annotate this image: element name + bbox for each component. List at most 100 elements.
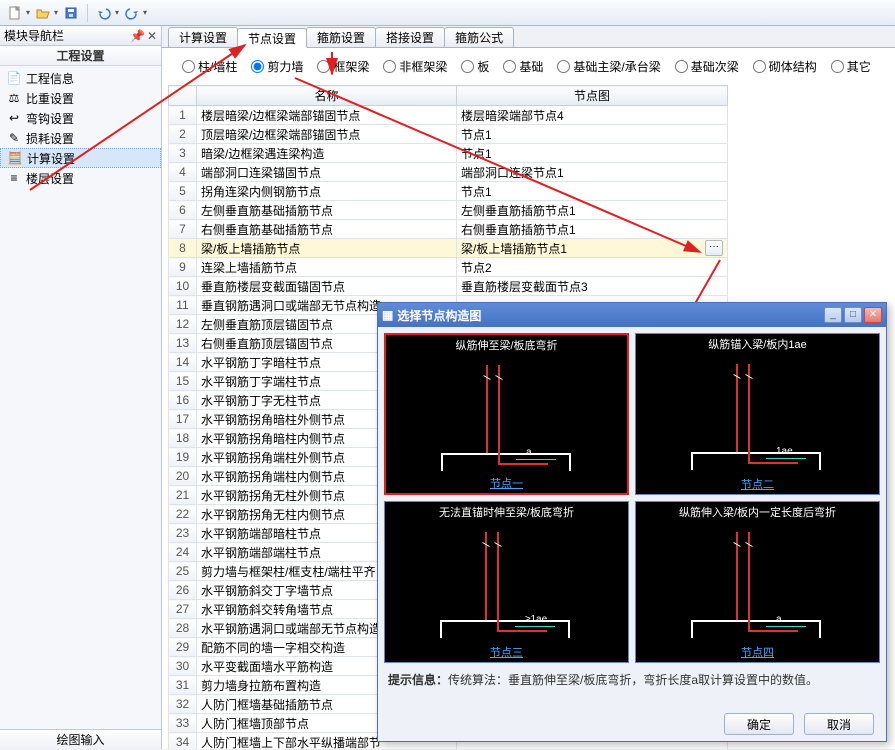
separator bbox=[87, 4, 88, 22]
nav-item-info[interactable]: 📄工程信息 bbox=[0, 68, 161, 88]
pin-icon[interactable]: 📌 bbox=[130, 29, 145, 43]
row-val[interactable]: 垂直筋楼层变截面节点3 bbox=[457, 277, 728, 296]
maximize-icon[interactable]: □ bbox=[844, 307, 862, 323]
row-val[interactable]: 楼层暗梁端部节点4 bbox=[457, 106, 728, 125]
radio-2[interactable]: 框架梁 bbox=[317, 58, 369, 75]
close-icon[interactable]: ✕ bbox=[147, 29, 157, 43]
row-val[interactable]: 节点1 bbox=[457, 144, 728, 163]
radio-3[interactable]: 非框架梁 bbox=[383, 58, 447, 75]
row-val[interactable]: 梁/板上墙插筋节点1··· bbox=[457, 239, 728, 258]
radio-9[interactable]: 其它 bbox=[831, 58, 871, 75]
table-row[interactable]: 9连梁上墙插筋节点节点2 bbox=[169, 258, 728, 277]
col-header-name[interactable]: 名称 bbox=[197, 86, 457, 106]
row-num: 3 bbox=[169, 144, 197, 163]
radio-input[interactable] bbox=[557, 60, 570, 73]
radio-input[interactable] bbox=[182, 60, 195, 73]
thumb-link[interactable]: 节点三 bbox=[490, 647, 523, 659]
radio-label: 基础 bbox=[519, 58, 543, 75]
row-num: 6 bbox=[169, 201, 197, 220]
table-row[interactable]: 5拐角连梁内侧钢筋节点节点1 bbox=[169, 182, 728, 201]
dropdown-icon[interactable]: ▾ bbox=[115, 8, 119, 17]
open-icon[interactable] bbox=[32, 3, 54, 23]
row-num: 12 bbox=[169, 315, 197, 334]
radio-7[interactable]: 基础次梁 bbox=[675, 58, 739, 75]
tab-bar: 计算设置节点设置箍筋设置搭接设置箍筋公式 bbox=[162, 26, 895, 48]
table-row[interactable]: 3暗梁/边框梁遇连梁构造节点1 bbox=[169, 144, 728, 163]
thumb-link[interactable]: 节点四 bbox=[741, 647, 774, 659]
dropdown-icon[interactable]: ▾ bbox=[26, 8, 30, 17]
radio-4[interactable]: 板 bbox=[461, 58, 489, 75]
radio-input[interactable] bbox=[831, 60, 844, 73]
table-row[interactable]: 10垂直筋楼层变截面锚固节点垂直筋楼层变截面节点3 bbox=[169, 277, 728, 296]
radio-input[interactable] bbox=[461, 60, 474, 73]
dropdown-icon[interactable]: ▾ bbox=[54, 8, 58, 17]
row-num: 20 bbox=[169, 467, 197, 486]
col-header-num[interactable] bbox=[169, 86, 197, 106]
radio-input[interactable] bbox=[753, 60, 766, 73]
radio-input[interactable] bbox=[317, 60, 330, 73]
table-row[interactable]: 6左侧垂直筋基础插筋节点左侧垂直筋插筋节点1 bbox=[169, 201, 728, 220]
nav-title-bar: 模块导航栏 📌 ✕ bbox=[0, 26, 161, 46]
nav-item-floor[interactable]: ≡楼层设置 bbox=[0, 168, 161, 188]
radio-label: 砌体结构 bbox=[769, 58, 817, 75]
row-num: 10 bbox=[169, 277, 197, 296]
cancel-button[interactable]: 取消 bbox=[804, 713, 874, 735]
table-row[interactable]: 2顶层暗梁/边框梁端部锚固节点节点1 bbox=[169, 125, 728, 144]
row-val[interactable]: 端部洞口连梁节点1 bbox=[457, 163, 728, 182]
row-val[interactable]: 节点1 bbox=[457, 125, 728, 144]
tab-3[interactable]: 搭接设置 bbox=[375, 27, 445, 47]
new-icon[interactable] bbox=[4, 3, 26, 23]
nav-item-calc[interactable]: 🧮计算设置 bbox=[0, 148, 161, 168]
thumb-link[interactable]: 节点二 bbox=[741, 479, 774, 491]
nav-bottom[interactable]: 绘图输入 bbox=[0, 729, 161, 749]
radio-input[interactable] bbox=[251, 60, 264, 73]
tab-2[interactable]: 箍筋设置 bbox=[306, 27, 376, 47]
nav-item-loss[interactable]: ✎损耗设置 bbox=[0, 128, 161, 148]
table-row[interactable]: 4端部洞口连梁锚固节点端部洞口连梁节点1 bbox=[169, 163, 728, 182]
undo-icon[interactable] bbox=[93, 3, 115, 23]
row-val[interactable]: 节点2 bbox=[457, 258, 728, 277]
close-icon[interactable]: ✕ bbox=[864, 307, 882, 323]
radio-input[interactable] bbox=[675, 60, 688, 73]
tab-0[interactable]: 计算设置 bbox=[168, 27, 238, 47]
nav-item-hook[interactable]: ↩弯钩设置 bbox=[0, 108, 161, 128]
row-val[interactable]: 右侧垂直筋插筋节点1 bbox=[457, 220, 728, 239]
nav-section[interactable]: 工程设置 bbox=[0, 46, 161, 66]
radio-input[interactable] bbox=[503, 60, 516, 73]
thumb-diagram: ≥1ae bbox=[385, 522, 628, 642]
floor-icon: ≡ bbox=[6, 170, 22, 186]
thumb-title: 无法直锚时伸至梁/板底弯折 bbox=[385, 502, 628, 522]
row-num: 8 bbox=[169, 239, 197, 258]
thumb-3[interactable]: 纵筋伸入梁/板内一定长度后弯折a节点四 bbox=[635, 501, 880, 663]
radio-5[interactable]: 基础 bbox=[503, 58, 543, 75]
thumb-1[interactable]: 纵筋锚入梁/板内1ae1ae节点二 bbox=[635, 333, 880, 495]
table-row[interactable]: 1楼层暗梁/边框梁端部锚固节点楼层暗梁端部节点4 bbox=[169, 106, 728, 125]
col-header-val[interactable]: 节点图 bbox=[457, 86, 728, 106]
ellipsis-button[interactable]: ··· bbox=[705, 240, 723, 256]
row-val[interactable]: 节点1 bbox=[457, 182, 728, 201]
radio-6[interactable]: 基础主梁/承台梁 bbox=[557, 58, 660, 75]
redo-icon[interactable] bbox=[121, 3, 143, 23]
row-num: 29 bbox=[169, 638, 197, 657]
tab-4[interactable]: 箍筋公式 bbox=[444, 27, 514, 47]
thumb-diagram: a bbox=[386, 355, 627, 473]
minimize-icon[interactable]: _ bbox=[824, 307, 842, 323]
dialog-titlebar[interactable]: ▦选择节点构造图 _ □ ✕ bbox=[378, 303, 886, 327]
thumb-2[interactable]: 无法直锚时伸至梁/板底弯折≥1ae 节点三 bbox=[384, 501, 629, 663]
radio-8[interactable]: 砌体结构 bbox=[753, 58, 817, 75]
dropdown-icon[interactable]: ▾ bbox=[143, 8, 147, 17]
table-row[interactable]: 8梁/板上墙插筋节点梁/板上墙插筋节点1··· bbox=[169, 239, 728, 258]
ok-button[interactable]: 确定 bbox=[724, 713, 794, 735]
app-icon: ▦ bbox=[382, 308, 393, 322]
radio-0[interactable]: 柱/墙柱 bbox=[182, 58, 237, 75]
radio-1[interactable]: 剪力墙 bbox=[251, 58, 303, 75]
thumb-link[interactable]: 节点一 bbox=[490, 478, 523, 490]
tab-1[interactable]: 节点设置 bbox=[237, 28, 307, 48]
radio-input[interactable] bbox=[383, 60, 396, 73]
thumb-0[interactable]: 纵筋伸至梁/板底弯折a节点一 bbox=[384, 333, 629, 495]
save-icon[interactable] bbox=[60, 3, 82, 23]
row-val[interactable]: 左侧垂直筋插筋节点1 bbox=[457, 201, 728, 220]
row-num: 19 bbox=[169, 448, 197, 467]
nav-item-weight[interactable]: ⚖比重设置 bbox=[0, 88, 161, 108]
table-row[interactable]: 7右侧垂直筋基础插筋节点右侧垂直筋插筋节点1 bbox=[169, 220, 728, 239]
